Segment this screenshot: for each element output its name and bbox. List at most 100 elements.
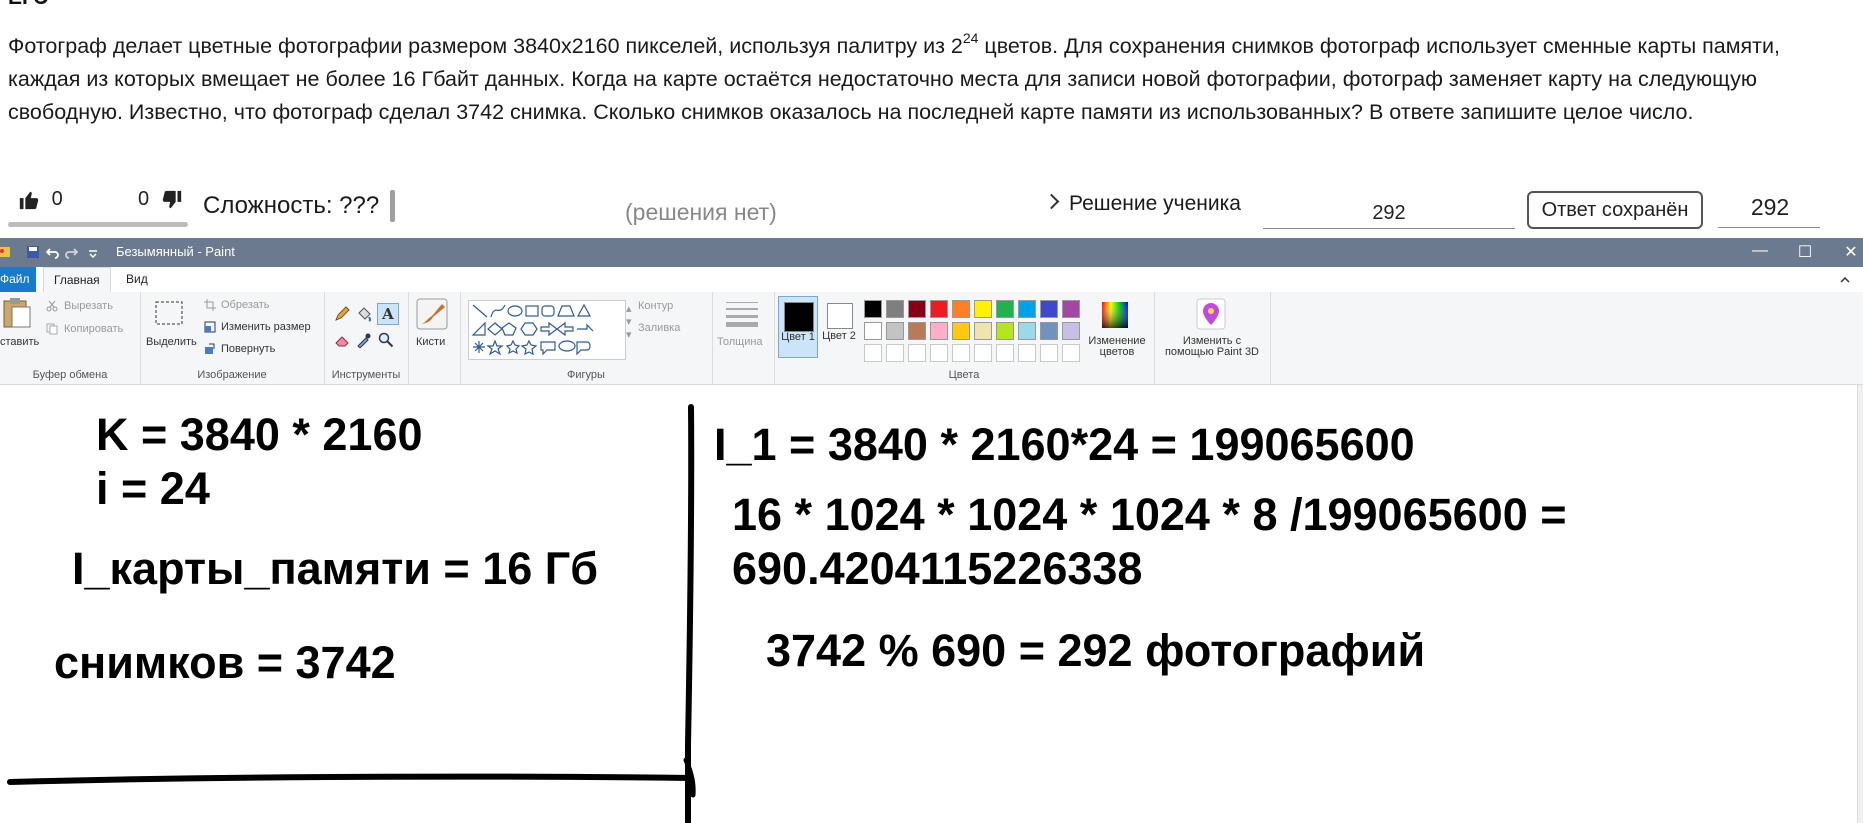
save-icon[interactable]	[26, 245, 40, 259]
select-icon[interactable]	[154, 300, 184, 326]
color-swatch[interactable]	[1018, 322, 1036, 340]
crop-icon	[204, 299, 216, 311]
resize-button[interactable]: Изменить размер	[221, 321, 311, 333]
group-tools: A Инструменты	[324, 292, 409, 384]
color-swatch[interactable]	[1040, 300, 1058, 318]
color-swatch[interactable]	[974, 344, 992, 362]
answer-underline	[1718, 227, 1820, 228]
answer-saved-button[interactable]: Ответ сохранён	[1527, 191, 1703, 229]
vertical-scrollbar[interactable]	[1857, 385, 1863, 823]
color-swatch[interactable]	[930, 344, 948, 362]
color-swatch[interactable]	[886, 344, 904, 362]
scroll-shapes[interactable]: ▴ ▾ ▾	[626, 302, 632, 341]
shapes-gallery[interactable]	[468, 300, 626, 360]
thumbs-down-icon	[162, 190, 181, 208]
collapse-ribbon-icon[interactable]	[1838, 273, 1852, 287]
close-button[interactable]: ✕	[1836, 242, 1863, 262]
color-swatch[interactable]	[996, 344, 1014, 362]
color-swatch[interactable]	[930, 322, 948, 340]
tab-view[interactable]: Вид	[116, 267, 158, 292]
color-swatch[interactable]	[952, 344, 970, 362]
thickness-button[interactable]: Толщина	[717, 336, 763, 348]
color-swatch[interactable]	[1018, 344, 1036, 362]
group-paint3d: Изменить с помощью Paint 3D	[1154, 292, 1271, 384]
color-swatch[interactable]	[974, 322, 992, 340]
eraser-icon[interactable]	[334, 332, 350, 348]
edit-colors-icon[interactable]	[1100, 300, 1130, 330]
color1-label: Цвет 1	[781, 331, 815, 343]
color-swatch[interactable]	[996, 300, 1014, 318]
cut-button[interactable]: Вырезать	[64, 300, 113, 312]
brush-icon[interactable]	[416, 298, 448, 330]
paint3d-button[interactable]: Изменить с помощью Paint 3D	[1160, 336, 1264, 358]
color-swatch[interactable]	[908, 344, 926, 362]
select-button[interactable]: Выделить	[146, 336, 197, 348]
scissors-icon	[46, 300, 58, 312]
crop-button[interactable]: Обрезать	[221, 299, 270, 311]
copy-button[interactable]: Копировать	[64, 323, 123, 335]
formula-calc2: 690.4204115226338	[732, 543, 1143, 594]
color-swatch[interactable]	[996, 322, 1014, 340]
color-swatch[interactable]	[1040, 322, 1058, 340]
formula-calc1: 16 * 1024 * 1024 * 1024 * 8 /199065600 =	[732, 489, 1567, 540]
color-swatch[interactable]	[1062, 344, 1080, 362]
color-swatch[interactable]	[864, 344, 882, 362]
color-swatch[interactable]	[1040, 344, 1058, 362]
undo-icon[interactable]	[46, 245, 60, 259]
group-thickness: Толщина	[712, 292, 775, 384]
formula-i: i = 24	[96, 463, 210, 514]
maximize-button[interactable]: ☐	[1790, 242, 1820, 262]
brushes-button[interactable]: Кисти	[416, 336, 445, 348]
no-solution-label: (решения нет)	[625, 199, 777, 225]
color-swatch[interactable]	[1018, 300, 1036, 318]
color-swatch[interactable]	[952, 322, 970, 340]
thickness-icon[interactable]	[726, 300, 758, 328]
paint3d-icon[interactable]	[1196, 298, 1226, 330]
color-swatch[interactable]	[908, 322, 926, 340]
tab-file[interactable]: Файл	[0, 267, 36, 292]
student-solution-toggle[interactable]: Решение ученика	[1043, 192, 1241, 216]
image-group-label: Изображение	[197, 369, 267, 381]
tab-home[interactable]: Главная	[43, 267, 111, 293]
clipboard-group-label: Буфер обмена	[32, 369, 108, 381]
copy-icon	[46, 323, 58, 335]
thumbs-up-icon	[19, 191, 39, 209]
color-swatch[interactable]	[886, 300, 904, 318]
like-button[interactable]: 0	[18, 188, 63, 211]
dislike-button[interactable]: 0	[138, 188, 183, 211]
minimize-button[interactable]: —	[1745, 242, 1775, 260]
paste-icon[interactable]	[2, 297, 32, 329]
color-swatch[interactable]	[864, 300, 882, 318]
color-swatch[interactable]	[1062, 300, 1080, 318]
color2-swatch	[827, 303, 853, 329]
color-swatch[interactable]	[974, 300, 992, 318]
color-swatch[interactable]	[930, 300, 948, 318]
color-swatch[interactable]	[908, 300, 926, 318]
color-swatch[interactable]	[864, 322, 882, 340]
paint-app-icon	[0, 247, 10, 257]
pencil-icon[interactable]	[334, 306, 350, 322]
answer-input[interactable]	[1263, 198, 1515, 229]
outline-button[interactable]: Контур	[638, 300, 673, 312]
edit-colors-button[interactable]: Изменение цветов	[1082, 336, 1152, 358]
fill-button[interactable]: Заливка	[638, 322, 680, 334]
shapes-group-label: Фигуры	[567, 369, 605, 381]
formula-result: 3742 % 690 = 292 фотографий	[766, 625, 1426, 676]
color-swatch[interactable]	[952, 300, 970, 318]
color2-selector[interactable]: Цвет 2	[820, 296, 858, 356]
like-count: 0	[51, 188, 63, 210]
color1-selector[interactable]: Цвет 1	[778, 296, 818, 358]
section-header: ЕГЭ	[8, 0, 49, 10]
color-swatch[interactable]	[1062, 322, 1080, 340]
drawing-canvas[interactable]: K = 3840 * 2160 i = 24 I_карты_памяти = …	[0, 385, 1863, 823]
redo-icon[interactable]	[64, 245, 78, 259]
customize-toolbar-icon[interactable]	[86, 245, 100, 259]
fill-bucket-icon[interactable]	[356, 306, 372, 322]
text-tool-icon[interactable]: A	[377, 303, 399, 325]
vote-progress-bar	[8, 222, 188, 227]
magnifier-icon[interactable]	[378, 332, 394, 348]
color-swatch[interactable]	[886, 322, 904, 340]
color-picker-icon[interactable]	[356, 332, 372, 348]
rotate-button[interactable]: Повернуть	[221, 343, 275, 355]
paste-button[interactable]: ставить	[0, 336, 39, 348]
